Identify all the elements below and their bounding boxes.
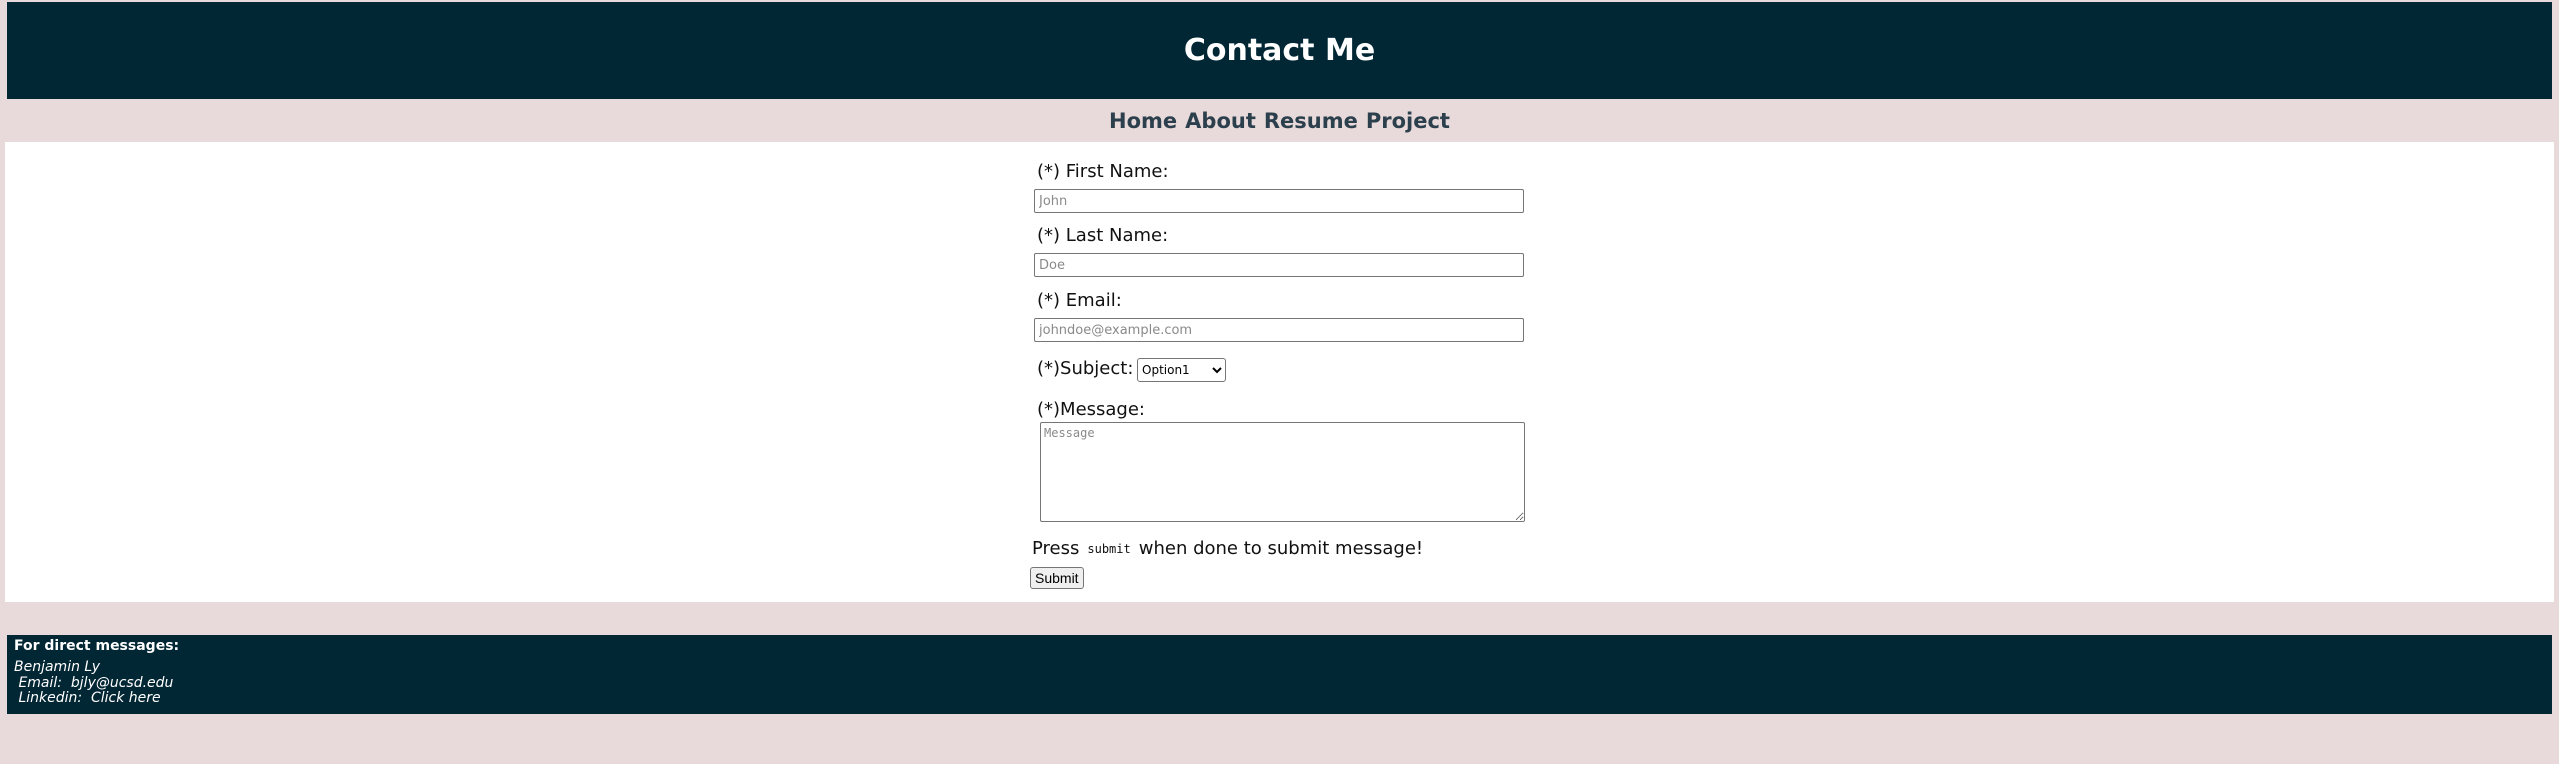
subject-label: (*)Subject: (1037, 358, 1134, 379)
page-footer: For direct messages: Benjamin Ly Email: … (7, 635, 2552, 714)
instruction-prefix: Press (1032, 538, 1080, 559)
submit-button[interactable]: Submit (1030, 567, 1084, 589)
nav-link-about[interactable]: About (1185, 109, 1256, 133)
email-field[interactable] (1034, 318, 1524, 342)
footer-linkedin[interactable]: Linkedin: Click here (14, 690, 160, 706)
main-nav: Home About Resume Project (0, 101, 2559, 141)
first-name-label: (*) First Name: (1037, 161, 1169, 182)
first-name-field[interactable] (1034, 189, 1524, 213)
subject-select[interactable]: Option1 (1137, 358, 1226, 382)
page-title: Contact Me (1183, 33, 1376, 68)
nav-link-resume[interactable]: Resume (1264, 109, 1358, 133)
submit-instruction: Press submit when done to submit message! (1032, 538, 1423, 559)
message-label: (*)Message: (1037, 399, 1145, 420)
footer-name: Benjamin Ly (14, 659, 100, 675)
instruction-code: submit (1087, 542, 1131, 556)
instruction-suffix: when done to submit message! (1138, 538, 1424, 559)
footer-title: For direct messages: (14, 638, 180, 654)
email-label: (*) Email: (1037, 290, 1122, 311)
page-header: Contact Me (7, 2, 2552, 99)
nav-link-project[interactable]: Project (1366, 109, 1450, 133)
nav-link-home[interactable]: Home (1109, 109, 1177, 133)
last-name-label: (*) Last Name: (1037, 225, 1169, 246)
message-textarea[interactable] (1040, 422, 1525, 522)
last-name-field[interactable] (1034, 253, 1524, 277)
footer-email: Email: bjly@ucsd.edu (14, 675, 174, 691)
